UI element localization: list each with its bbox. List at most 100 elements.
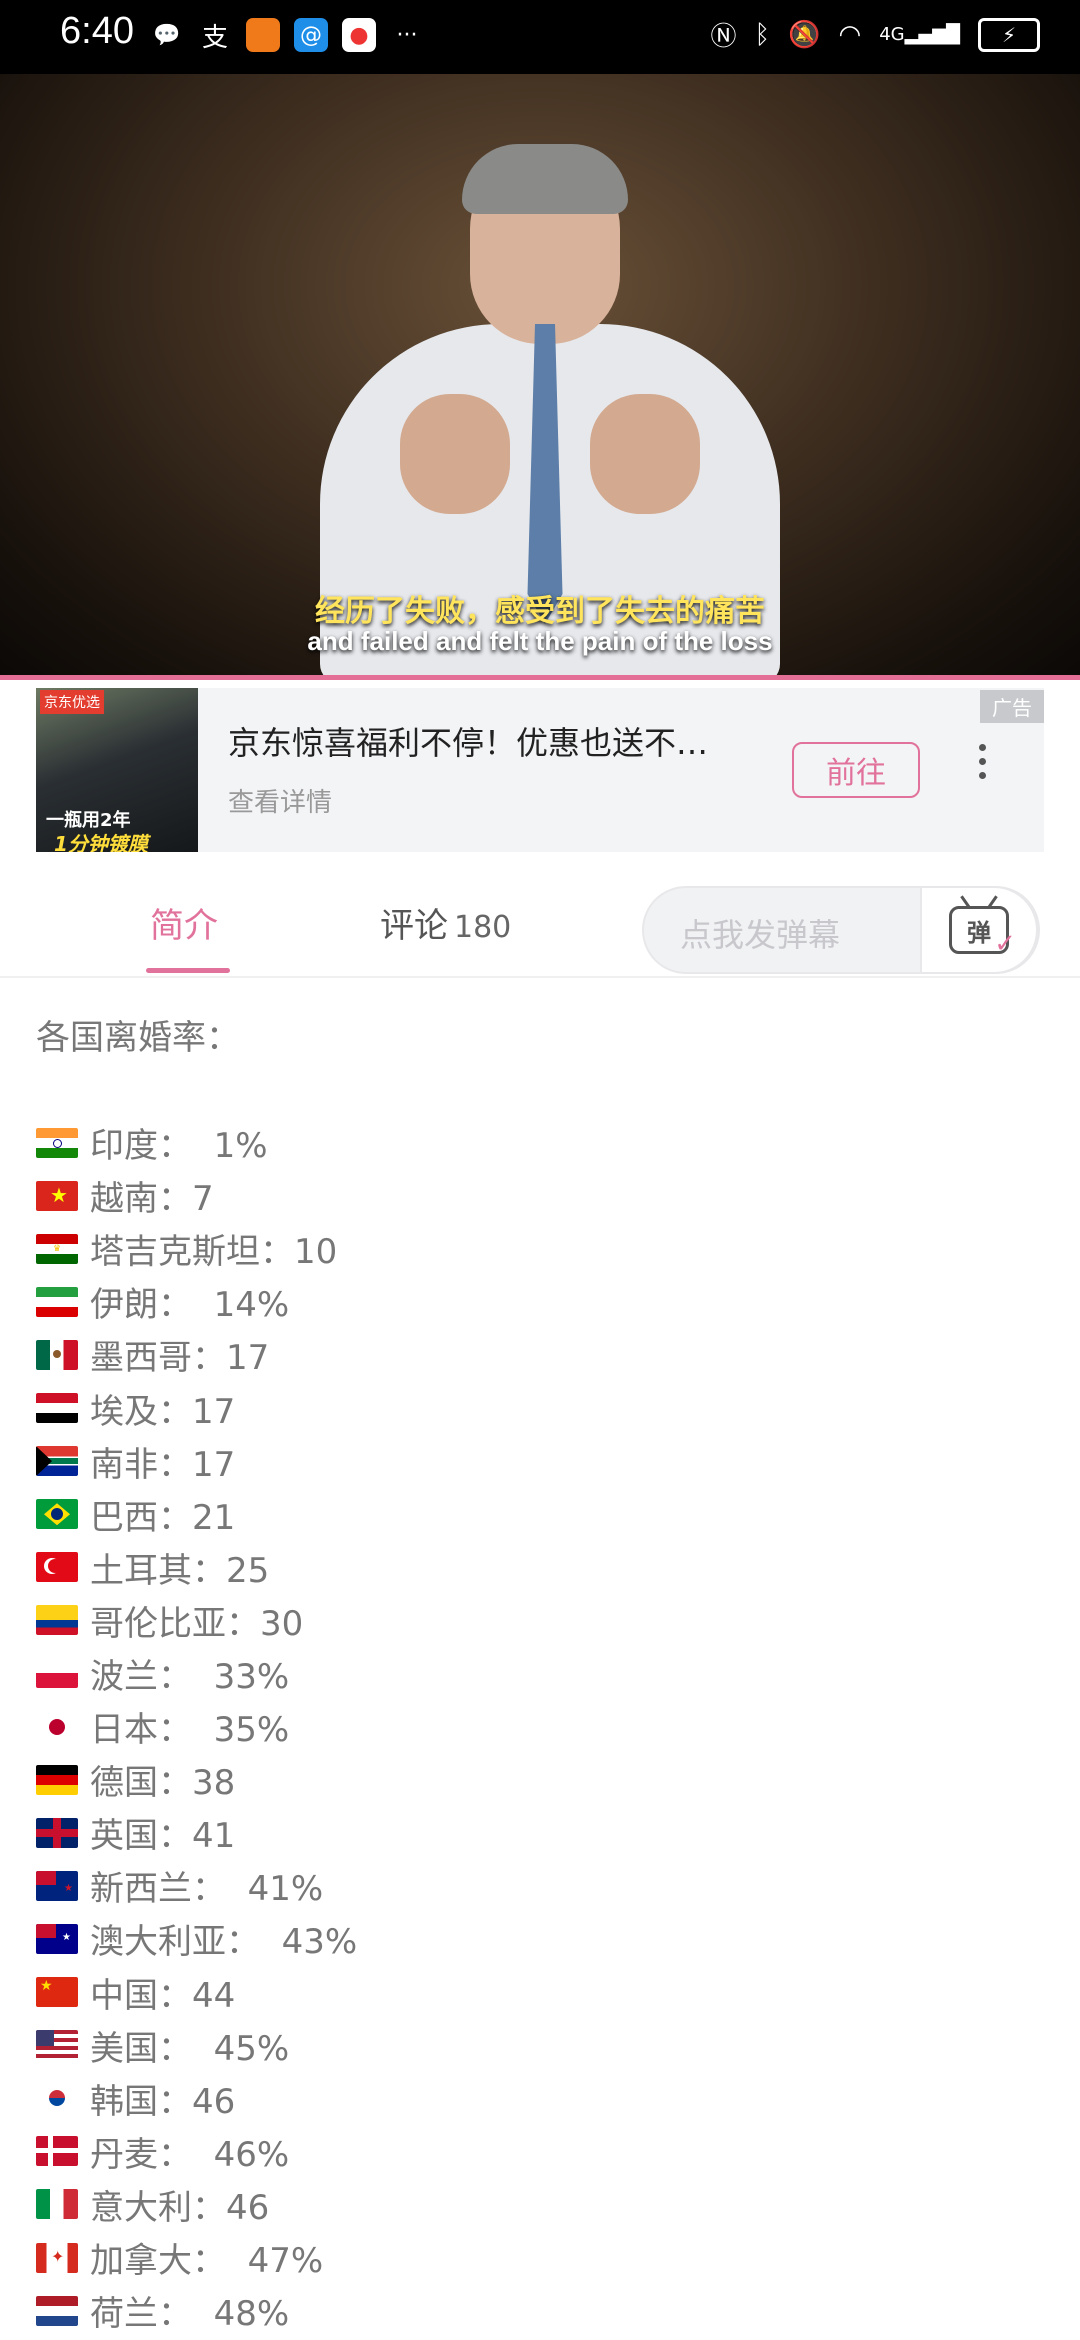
mute-bell-icon: 🔕 [788,19,821,50]
list-item-text: 英国：41 [90,1816,236,1857]
list-item-text: 中国：44 [90,1975,236,2016]
list-item: ★ 中国：44 [36,1966,1044,2019]
list-item: 丹麦： 46% [36,2125,1044,2178]
bluetooth-icon: ᛒ [754,19,771,50]
vietnam-flag-icon: ★ [36,1180,78,1211]
ad-go-button[interactable]: 前往 [792,742,920,798]
ad-title[interactable]: 京东惊喜福利不停！优惠也送不… [228,718,768,764]
turkey-flag-icon [36,1552,78,1583]
video-progress-bar[interactable] [0,675,1080,680]
ad-label-badge: 广告 [980,690,1044,723]
south-korea-flag-icon [36,2083,78,2114]
app-blue-icon: @ [294,18,328,52]
list-item-text: 塔吉克斯坦：10 [90,1232,338,1273]
list-item-text: 澳大利亚： 43% [90,1922,358,1963]
australia-flag-icon: ★ [36,1923,78,1954]
wifi-icon: ◠ [838,19,862,50]
list-item: 日本： 35% [36,1700,1044,1753]
list-item-text: 加拿大： 47% [90,2241,324,2282]
colombia-flag-icon [36,1605,78,1636]
list-item-text: 波兰： 33% [90,1656,290,1697]
ad-text[interactable]: 京东惊喜福利不停！优惠也送不… 查看详情 [228,718,768,819]
app-red-icon: ● [342,18,376,52]
ad-banner[interactable]: 京东优选 一瓶用2年 1分钟镀膜 京东惊喜福利不停！优惠也送不… 查看详情 前往… [36,688,1044,852]
list-item: 波兰： 33% [36,1647,1044,1700]
poland-flag-icon [36,1658,78,1689]
japan-flag-icon [36,1711,78,1742]
list-item: ★ 越南：7 [36,1169,1044,1222]
danmaku-bar[interactable]: 点我发弹幕 弹 ✓ [642,886,1040,974]
list-item: ★ 新西兰： 41% [36,1859,1044,1912]
video-player[interactable]: 经历了失败，感受到了失去的痛苦 and failed and felt the … [0,74,1080,680]
ad-thumb-tag: 京东优选 [40,690,104,714]
list-item-text: 新西兰： 41% [90,1869,324,1910]
subtitle-english: and failed and felt the pain of the loss [307,626,773,656]
mexico-flag-icon [36,1339,78,1370]
list-item: 土耳其：25 [36,1541,1044,1594]
comments-count: 180 [454,910,512,945]
description-heading: 各国离婚率： [36,1018,240,1058]
ad-thumbnail[interactable]: 京东优选 一瓶用2年 1分钟镀膜 [36,688,198,852]
denmark-flag-icon [36,2136,78,2167]
netherlands-flag-icon [36,2295,78,2326]
app-orange-icon [246,18,280,52]
system-icons: Ⓝ ᛒ 🔕 ◠ 4G▂▄▆█ ⚡ [711,16,1040,53]
more-options-icon[interactable] [976,744,988,779]
list-item: 哥伦比亚：30 [36,1594,1044,1647]
list-item: 印度： 1% [36,1116,1044,1169]
tab-intro[interactable]: 简介 [150,898,218,947]
list-item-text: 墨西哥：17 [90,1338,270,1379]
nfc-icon: Ⓝ [710,22,737,52]
list-item: ★ 澳大利亚： 43% [36,1912,1044,1965]
list-item: 埃及：17 [36,1381,1044,1434]
list-item-text: 丹麦： 46% [90,2134,290,2175]
list-item-text: 土耳其：25 [90,1550,270,1591]
subtitle-chinese: 经历了失败，感受到了失去的痛苦 [315,594,765,629]
list-item: 南非：17 [36,1435,1044,1488]
list-item-text: 日本： 35% [90,1710,290,1751]
list-item: 意大利：46 [36,2178,1044,2231]
list-item: 英国：41 [36,1806,1044,1859]
list-item-text: 伊朗： 14% [90,1285,290,1326]
list-item-text: 韩国：46 [90,2081,236,2122]
status-time: 6:40 [60,10,134,52]
tajikistan-flag-icon: ♛ [36,1233,78,1264]
divorce-rate-list: 印度： 1% ★ 越南：7 ♛ 塔吉克斯坦：10 伊朗： 14% 墨西哥：17 埃及：17 南非… [36,1116,1044,2337]
alipay-icon: 支 [201,22,228,53]
ad-thumb-line2: 1分钟镀膜 [54,832,148,852]
list-item-text: 德国：38 [90,1763,236,1804]
list-item-text: 巴西：21 [90,1497,236,1538]
list-item-text: 意大利：46 [90,2187,270,2228]
chat-bubble-icon: 💬 [153,22,181,48]
tab-comments[interactable]: 评论 180 [380,898,511,947]
germany-flag-icon [36,1764,78,1795]
south-africa-flag-icon [36,1446,78,1477]
network-type: 4G [879,24,905,45]
status-bar: 6:40 💬 支 @ ● ··· Ⓝ ᛒ 🔕 ◠ 4G▂▄▆█ ⚡ [0,0,1080,74]
iran-flag-icon [36,1286,78,1317]
tab-active-indicator [146,968,230,973]
video-frame-hand-left [400,394,510,514]
ad-details-link[interactable]: 查看详情 [228,782,768,819]
list-item: 荷兰： 48% [36,2284,1044,2337]
list-item: 韩国：46 [36,2072,1044,2125]
list-item: ♛ 塔吉克斯坦：10 [36,1222,1044,1275]
list-item: 德国：38 [36,1753,1044,1806]
italy-flag-icon [36,2189,78,2220]
canada-flag-icon: ✦ [36,2242,78,2273]
list-item-text: 埃及：17 [90,1391,236,1432]
list-item-text: 荷兰： 48% [90,2294,290,2335]
danmaku-input[interactable]: 点我发弹幕 [680,910,840,956]
uk-flag-icon [36,1817,78,1848]
check-icon: ✓ [994,929,1016,959]
new-zealand-flag-icon: ★ [36,1870,78,1901]
list-item: 巴西：21 [36,1488,1044,1541]
signal-4g-icon: 4G▂▄▆█ [879,24,960,45]
list-item: 伊朗： 14% [36,1275,1044,1328]
video-frame-hair [462,144,628,214]
danmaku-toggle-button[interactable]: 弹 ✓ [920,886,1038,974]
content-tabs: 简介 评论 180 点我发弹幕 弹 ✓ [0,862,1080,978]
battery-charging-icon: ⚡ [978,17,1040,52]
danmaku-tv-icon: 弹 ✓ [949,906,1016,959]
danmaku-icon-glyph: 弹 [967,918,991,947]
